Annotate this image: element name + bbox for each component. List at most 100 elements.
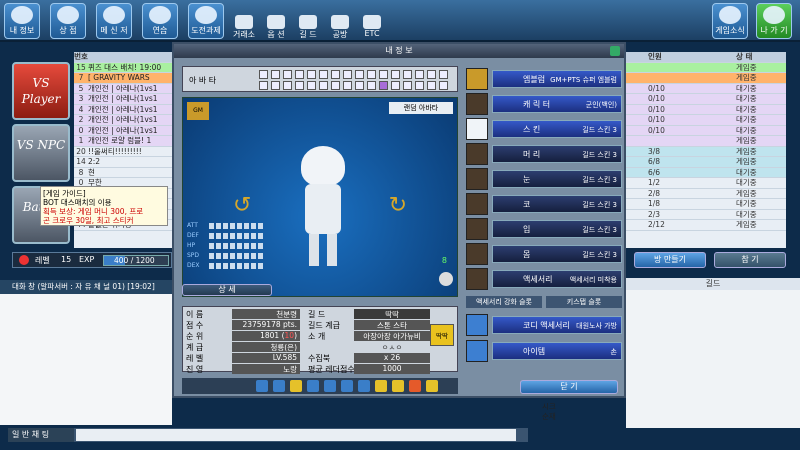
room-status-row[interactable]: 1/2 대기중 bbox=[626, 178, 786, 189]
avatar-slot[interactable] bbox=[415, 70, 424, 79]
item-slot-icon[interactable] bbox=[324, 380, 336, 392]
guild-member[interactable]: 시크 bbox=[542, 402, 622, 412]
room-row[interactable]: 8현 bbox=[74, 168, 176, 178]
item-slot-icon[interactable] bbox=[392, 380, 404, 392]
avatar-slot[interactable] bbox=[331, 70, 340, 79]
room-status-row[interactable]: 2/8 게임중 bbox=[626, 189, 786, 199]
my-info-button[interactable]: 내 정보 bbox=[4, 3, 40, 39]
avatar-slot[interactable] bbox=[367, 70, 376, 79]
mode-vs-player[interactable]: VS Player bbox=[12, 62, 70, 120]
equip-slot[interactable]: 액세서리 액세서리 미착용 bbox=[466, 268, 622, 290]
room-row[interactable]: 20 !!울써티!!!!!!!!! bbox=[74, 147, 176, 157]
detail-button[interactable]: 상 세 bbox=[182, 284, 272, 296]
item-slot-icon[interactable] bbox=[341, 380, 353, 392]
equip-slot[interactable]: 스 킨 길드 스킨 3 bbox=[466, 118, 622, 140]
item-slot-icon[interactable] bbox=[256, 380, 268, 392]
avatar-slot[interactable] bbox=[379, 70, 388, 79]
room-row[interactable]: 3 개인전 | 아레나(1vs1 bbox=[74, 94, 176, 105]
equip-slot[interactable]: 몸 길드 스킨 3 bbox=[466, 243, 622, 265]
room-status-row[interactable]: 게임중 bbox=[626, 136, 786, 147]
item-slot-icon[interactable] bbox=[273, 380, 285, 392]
room-status-row[interactable]: 0/10 대기중 bbox=[626, 94, 786, 105]
avatar-slot[interactable] bbox=[271, 70, 280, 79]
avatar-slot[interactable] bbox=[331, 81, 340, 90]
avatar-slot[interactable] bbox=[367, 81, 376, 90]
item-slot-icon[interactable] bbox=[307, 380, 319, 392]
avatar-slot[interactable] bbox=[391, 81, 400, 90]
avatar-slot[interactable] bbox=[307, 70, 316, 79]
practice-button[interactable]: 연습 bbox=[142, 3, 178, 39]
shop-button[interactable]: 상 점 bbox=[50, 3, 86, 39]
close-button[interactable]: 닫 기 bbox=[520, 380, 618, 394]
slot-item[interactable]: 아이템 손 bbox=[466, 340, 622, 362]
exchange-button[interactable]: 거래소 bbox=[228, 15, 260, 41]
rotate-right-icon[interactable]: ↻ bbox=[389, 193, 407, 218]
avatar-slot[interactable] bbox=[439, 70, 448, 79]
avatar-slot[interactable] bbox=[307, 81, 316, 90]
room-row[interactable]: 14 2:2 bbox=[74, 157, 176, 168]
avatar-slot[interactable] bbox=[283, 81, 292, 90]
workshop-button[interactable]: 공방 bbox=[324, 15, 356, 41]
equip-slot[interactable]: 캐 릭 터 군인(백인) bbox=[466, 93, 622, 115]
avatar-slot[interactable] bbox=[343, 81, 352, 90]
room-status-row[interactable]: 2/3 대기중 bbox=[626, 210, 786, 220]
room-status-row[interactable]: 1/8 대기중 bbox=[626, 199, 786, 210]
room-status-row[interactable]: 게임중 bbox=[626, 73, 786, 84]
avatar-slot[interactable] bbox=[271, 81, 280, 90]
room-status-row[interactable]: 게임중 bbox=[626, 62, 786, 73]
room-row[interactable]: 4 개인전 | 아레나(1vs1 bbox=[74, 104, 176, 115]
avatar-slot[interactable] bbox=[391, 70, 400, 79]
avatar-slot[interactable] bbox=[295, 70, 304, 79]
room-row[interactable]: 0 개인전 | 아레나(1vs1 bbox=[74, 125, 176, 136]
avatar-slot[interactable] bbox=[319, 70, 328, 79]
item-slot-icon[interactable] bbox=[426, 380, 438, 392]
room-row[interactable]: 7 [ GRAVITY WARS bbox=[74, 73, 176, 84]
room-status-row[interactable]: 2/12 게임중 bbox=[626, 220, 786, 231]
slot-coordi-accessory[interactable]: 코디 액세서리 대원노사 가방 bbox=[466, 314, 622, 336]
chat-mode-select[interactable]: 일 반 채 팅 bbox=[8, 428, 74, 442]
item-slot-icon[interactable] bbox=[290, 380, 302, 392]
challenge-button[interactable]: 도전과제 bbox=[188, 3, 224, 39]
equip-slot[interactable]: 엠블럼 GM+PTS 슈퍼 엠블럼 bbox=[466, 68, 622, 90]
avatar-slot[interactable] bbox=[259, 81, 268, 90]
camera-icon[interactable] bbox=[439, 272, 453, 286]
avatar-slot[interactable] bbox=[427, 81, 436, 90]
avatar-slot[interactable] bbox=[439, 81, 448, 90]
avatar-slot[interactable] bbox=[259, 70, 268, 79]
avatar-slot[interactable] bbox=[355, 81, 364, 90]
avatar-slot[interactable] bbox=[283, 70, 292, 79]
room-row[interactable]: 1 개인전 로얄 럼블! 1 bbox=[74, 136, 176, 147]
avatar-slot[interactable] bbox=[379, 81, 388, 90]
equip-slot[interactable]: 입 길드 스킨 3 bbox=[466, 218, 622, 240]
option-button[interactable]: 옵 션 bbox=[260, 15, 292, 41]
tab-accessory-enhance[interactable]: 액세서리 강화 슬롯 bbox=[466, 296, 542, 308]
etc-button[interactable]: ETC bbox=[356, 15, 388, 41]
guild-tab[interactable]: 길드 bbox=[626, 278, 800, 290]
exit-button[interactable]: 나 가 기 bbox=[756, 3, 792, 39]
equip-slot[interactable]: 코 길드 스킨 3 bbox=[466, 193, 622, 215]
room-row[interactable]: 5 개인전 | 아레나(1vs1 bbox=[74, 83, 176, 94]
equip-slot[interactable]: 눈 길드 스킨 3 bbox=[466, 168, 622, 190]
avatar-slot[interactable] bbox=[403, 81, 412, 90]
room-status-row[interactable]: 0/10 대기중 bbox=[626, 104, 786, 115]
avatar-slot[interactable] bbox=[403, 70, 412, 79]
avatar-slot[interactable] bbox=[427, 70, 436, 79]
room-status-row[interactable]: 0/10 대기중 bbox=[626, 115, 786, 126]
avatar-slot[interactable] bbox=[415, 81, 424, 90]
news-button[interactable]: 게임소식 bbox=[712, 3, 748, 39]
room-status-row[interactable]: 3/8 게임중 bbox=[626, 146, 786, 157]
mode-vs-npc[interactable]: VS NPC bbox=[12, 124, 70, 182]
room-row[interactable]: 15 퀴즈 대스 배치! 19:00 bbox=[74, 62, 176, 73]
chat-input[interactable] bbox=[76, 429, 516, 441]
room-status-row[interactable]: 0/10 대기중 bbox=[626, 125, 786, 136]
guild-button[interactable]: 길 드 bbox=[292, 15, 324, 41]
item-slot-icon[interactable] bbox=[375, 380, 387, 392]
equip-slot[interactable]: 머 리 길드 스킨 3 bbox=[466, 143, 622, 165]
messenger-button[interactable]: 메 신 저 bbox=[96, 3, 132, 39]
random-avatar-button[interactable]: 랜덤 아바타 bbox=[389, 102, 453, 114]
tab-keystep-slot[interactable]: 키스탭 슬롯 bbox=[546, 296, 622, 308]
make-room-button[interactable]: 방 만들기 bbox=[634, 252, 706, 268]
avatar-slot[interactable] bbox=[319, 81, 328, 90]
room-status-row[interactable]: 6/8 게임중 bbox=[626, 157, 786, 168]
avatar-slot[interactable] bbox=[343, 70, 352, 79]
